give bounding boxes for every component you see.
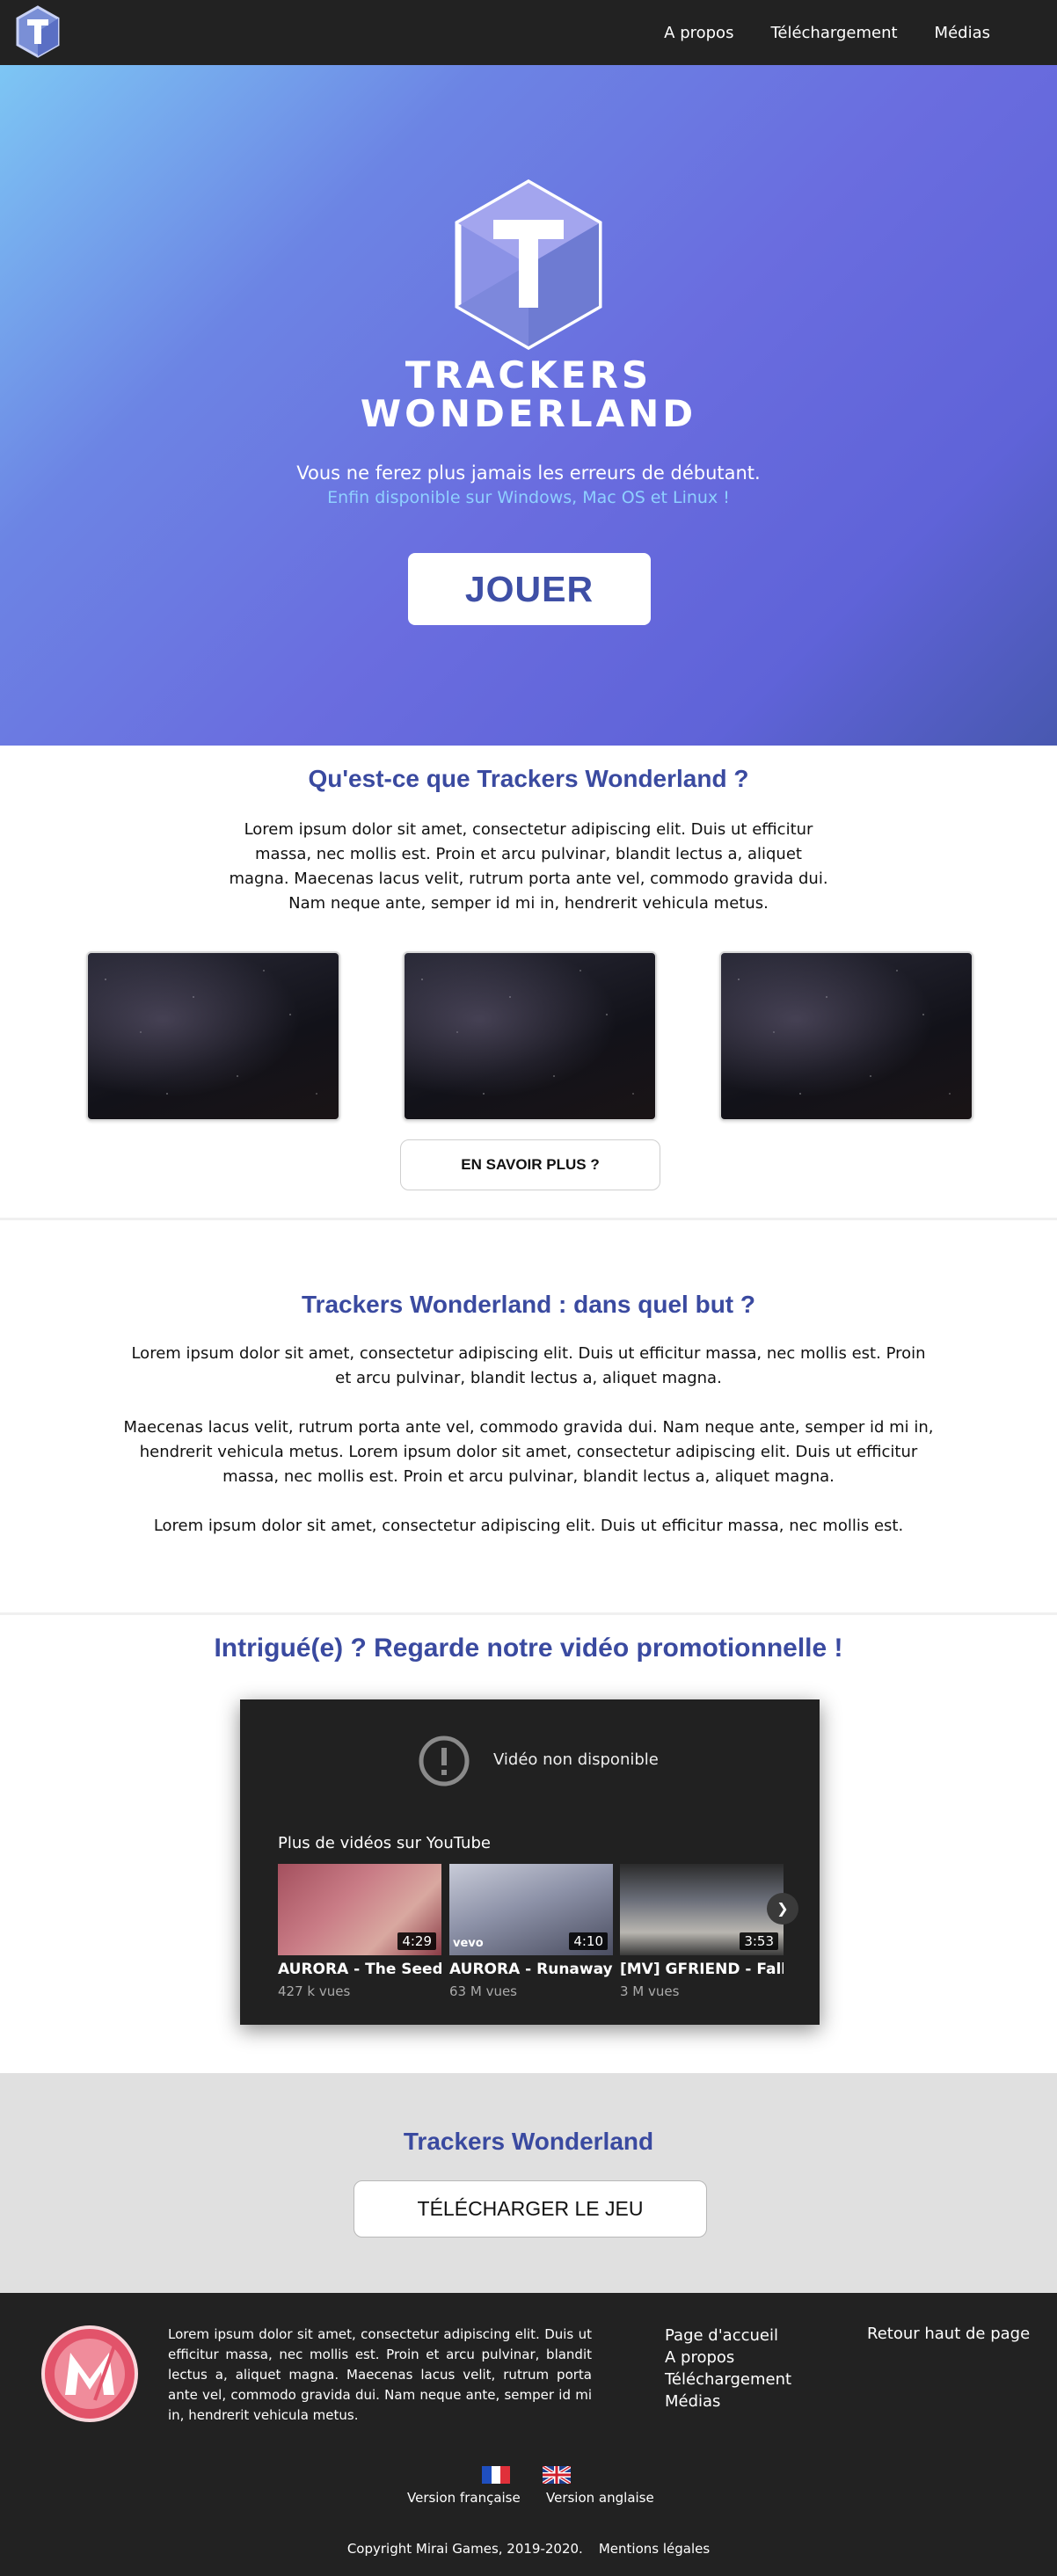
- about-text: Lorem ipsum dolor sit amet, consectetur …: [229, 820, 828, 913]
- footer-link-accueil[interactable]: Page d'accueil: [665, 2325, 791, 2347]
- video-thumbnail[interactable]: 3:53: [620, 1864, 784, 1955]
- video-item-title[interactable]: [MV] GFRIEND - Falli...: [620, 1961, 784, 1978]
- footer-description: Lorem ipsum dolor sit amet, consectetur …: [168, 2326, 592, 2423]
- download-title: Trackers Wonderland: [403, 2128, 654, 2155]
- goal-title: Trackers Wonderland : dans quel but ?: [301, 1291, 756, 1318]
- nav-link-apropos[interactable]: A propos: [664, 24, 733, 42]
- section-divider: [0, 1612, 1057, 1615]
- download-section: Trackers Wonderland TÉLÉCHARGER LE JEU: [0, 2073, 1057, 2293]
- screenshot-card[interactable]: [719, 951, 973, 1121]
- hero-availability: Enfin disponible sur Windows, Mac OS et …: [327, 488, 730, 507]
- nav-link-medias[interactable]: Médias: [935, 24, 990, 42]
- footer-link-telechargement[interactable]: Téléchargement: [665, 2369, 791, 2390]
- video-item-title[interactable]: AURORA - Runaway: [449, 1961, 613, 1978]
- screenshot-card[interactable]: [86, 951, 340, 1121]
- hero-logo-icon: [455, 179, 602, 350]
- video-item-views: 3 M vues: [620, 1983, 680, 1999]
- video-duration: 4:29: [397, 1932, 436, 1950]
- english-version-link[interactable]: Version anglaise: [546, 2490, 654, 2506]
- about-title: Qu'est-ce que Trackers Wonderland ?: [308, 765, 749, 792]
- video-item-views: 63 M vues: [449, 1983, 517, 1999]
- video-item-title[interactable]: AURORA - The Seed...: [278, 1961, 441, 1978]
- video-title: Intrigué(e) ? Regarde notre vidéo promot…: [214, 1634, 843, 1663]
- legal-notice-link[interactable]: Mentions légales: [599, 2541, 710, 2557]
- uk-flag-icon[interactable]: [543, 2466, 571, 2484]
- copyright: Copyright Mirai Games, 2019-2020. Mention…: [0, 2541, 1057, 2557]
- top-navbar: A propos Téléchargement Médias: [0, 0, 1057, 65]
- chevron-right-icon[interactable]: ❯: [767, 1893, 798, 1925]
- footer-link-apropos[interactable]: A propos: [665, 2347, 791, 2369]
- mirai-games-logo-icon: [41, 2325, 138, 2422]
- copyright-text: Copyright Mirai Games, 2019-2020.: [346, 2541, 583, 2557]
- youtube-embed[interactable]: Vidéo non disponible Plus de vidéos sur …: [240, 1699, 820, 2025]
- nav-link-telechargement[interactable]: Téléchargement: [770, 24, 897, 42]
- video-thumbnail[interactable]: vevo 4:10: [449, 1864, 613, 1955]
- goal-paragraph-2: Maecenas lacus velit, rutrum porta ante …: [123, 1418, 934, 1486]
- hero-tagline: Vous ne ferez plus jamais les erreurs de…: [296, 462, 761, 484]
- video-unavailable-text: Vidéo non disponible: [493, 1750, 659, 1769]
- hero-title-line2: WONDERLAND: [360, 392, 697, 435]
- goal-paragraph-1: Lorem ipsum dolor sit amet, consectetur …: [131, 1344, 926, 1387]
- vevo-logo: vevo: [453, 1937, 484, 1950]
- hero-title-line1: TRACKERS: [405, 353, 652, 397]
- play-button[interactable]: JOUER: [408, 553, 651, 625]
- video-item-views: 427 k vues: [278, 1983, 351, 1999]
- back-to-top-link[interactable]: Retour haut de page: [867, 2325, 1030, 2343]
- section-divider: [0, 1218, 1057, 1220]
- french-version-link[interactable]: Version française: [407, 2490, 521, 2506]
- trackers-logo-icon[interactable]: [15, 5, 61, 58]
- download-button[interactable]: TÉLÉCHARGER LE JEU: [354, 2180, 707, 2238]
- alert-icon: [419, 1736, 470, 1786]
- footer-link-medias[interactable]: Médias: [665, 2390, 791, 2412]
- screenshot-card[interactable]: [403, 951, 657, 1121]
- footer-links: Page d'accueil A propos Téléchargement M…: [665, 2325, 791, 2412]
- video-duration: 3:53: [740, 1932, 778, 1950]
- footer: Lorem ipsum dolor sit amet, consectetur …: [0, 2293, 1057, 2576]
- video-thumbnail[interactable]: 4:29: [278, 1864, 441, 1955]
- french-flag-icon[interactable]: [482, 2466, 510, 2484]
- learn-more-button[interactable]: EN SAVOIR PLUS ?: [400, 1139, 660, 1190]
- hero-section: TRACKERS WONDERLAND Vous ne ferez plus j…: [0, 65, 1057, 746]
- video-duration: 4:10: [569, 1932, 608, 1950]
- more-videos-heading: Plus de vidéos sur YouTube: [278, 1834, 491, 1852]
- goal-paragraph-3: Lorem ipsum dolor sit amet, consectetur …: [153, 1517, 904, 1535]
